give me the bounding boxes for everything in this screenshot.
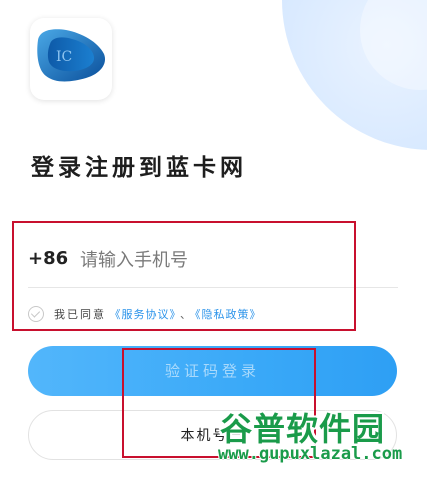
- service-agreement-link[interactable]: 《服务协议》: [110, 308, 177, 321]
- sms-code-login-label: 验证码登录: [164, 362, 260, 380]
- country-code[interactable]: +86: [28, 248, 68, 269]
- agreement-prefix: 我已同意: [54, 308, 106, 321]
- app-logo-icon: IC: [37, 29, 106, 82]
- input-divider: [28, 287, 398, 288]
- logo-letters: IC: [56, 49, 72, 65]
- page-title: 登录注册到蓝卡网: [31, 154, 247, 181]
- local-number-login-button[interactable]: 本机号一: [28, 410, 397, 460]
- phone-number-input[interactable]: [80, 240, 380, 280]
- privacy-policy-link[interactable]: 《隐私政策》: [195, 308, 262, 321]
- login-page: IC 登录注册到蓝卡网 +86 我已同意 《服务协议》、《隐私政策》 验证码登录…: [0, 0, 427, 477]
- phone-input-row: +86: [28, 240, 398, 280]
- agreement-row: 我已同意 《服务协议》、《隐私政策》: [28, 306, 262, 326]
- agreement-checkbox[interactable]: [28, 306, 44, 322]
- local-number-login-label: 本机号一: [180, 428, 245, 444]
- agreement-separator: 、: [180, 308, 191, 321]
- sms-code-login-button[interactable]: 验证码登录: [28, 346, 397, 396]
- app-logo: IC: [30, 18, 112, 100]
